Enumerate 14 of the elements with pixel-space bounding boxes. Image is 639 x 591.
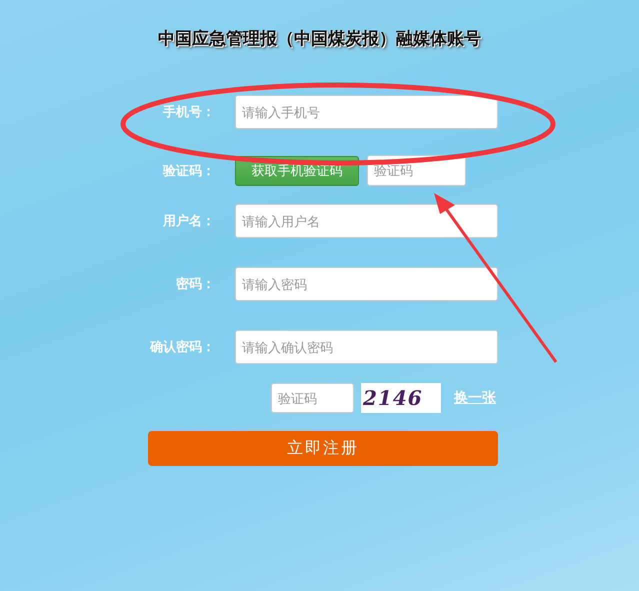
captcha-input-field[interactable]: 验证码	[271, 383, 354, 413]
field-label: 手机号：	[163, 104, 215, 121]
input-field[interactable]: 请输入手机号	[235, 95, 498, 129]
refresh-captcha-link[interactable]: 换一张	[454, 389, 496, 407]
field-label: 验证码：	[163, 162, 215, 180]
page-title: 中国应急管理报（中国煤炭报）融媒体账号	[157, 28, 482, 50]
field-label: 用户名：	[163, 212, 215, 230]
field-label: 确认密码：	[150, 338, 215, 356]
register-button[interactable]: 立即注册	[148, 431, 498, 466]
input-field[interactable]: 请输入密码	[235, 267, 498, 301]
input-field[interactable]: 请输入用户名	[235, 204, 498, 238]
input-field[interactable]: 请输入确认密码	[235, 330, 498, 364]
field-label: 密码：	[176, 276, 215, 293]
captcha-image: 2146	[361, 383, 441, 413]
